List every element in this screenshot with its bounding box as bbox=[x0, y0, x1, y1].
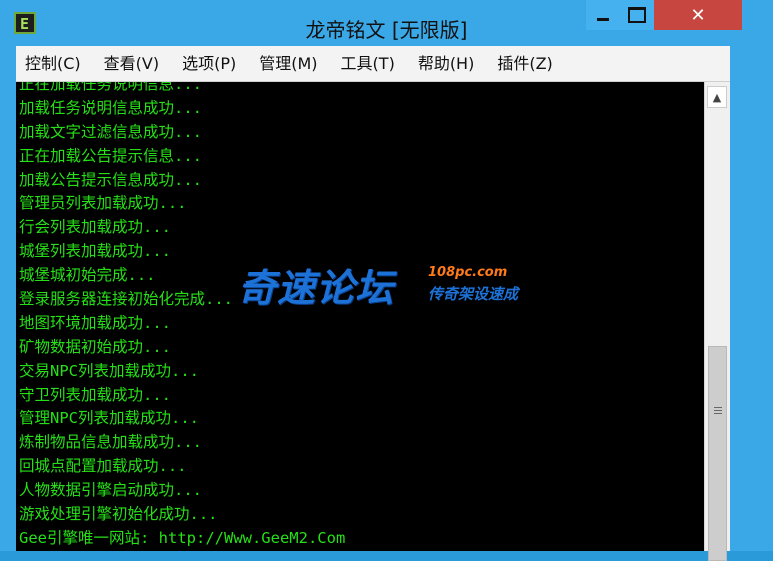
log-line: 加载公告提示信息成功... bbox=[19, 170, 202, 189]
log-line: 守卫列表加载成功... bbox=[19, 385, 171, 404]
close-button[interactable]: ✕ bbox=[654, 0, 742, 30]
log-line: 炼制物品信息加载成功... bbox=[19, 433, 202, 452]
log-line: 交易NPC列表加载成功... bbox=[19, 361, 199, 380]
close-icon: ✕ bbox=[690, 4, 706, 26]
log-line: 人物数据引擎启动成功... bbox=[19, 481, 202, 500]
log-line: Gee引擎唯一网站: http://Www.GeeM2.Com bbox=[19, 528, 346, 547]
maximize-button[interactable] bbox=[620, 0, 654, 30]
scroll-up-button[interactable]: ▲ bbox=[707, 86, 727, 108]
app-window: E 龙帝铭文 [无限版] ✕ 控制(C) 查看(V) 选项(P) 管理(M) 工… bbox=[0, 0, 773, 561]
minimize-icon bbox=[597, 18, 609, 21]
console-log[interactable]: 正在加载任务说明信息... 加载任务说明信息成功... 加载文字过滤信息成功..… bbox=[16, 82, 704, 551]
log-line: 游戏处理引擎初始化成功... bbox=[19, 505, 218, 524]
log-line: 行会列表加载成功... bbox=[19, 218, 171, 237]
log-line: 正在加载任务说明信息... bbox=[19, 82, 202, 93]
maximize-icon bbox=[628, 7, 646, 23]
window-frame bbox=[730, 46, 773, 551]
log-line: 城堡列表加载成功... bbox=[19, 242, 171, 261]
menu-options[interactable]: 选项(P) bbox=[173, 46, 245, 81]
log-line: 管理NPC列表加载成功... bbox=[19, 409, 199, 428]
log-line: 管理员列表加载成功... bbox=[19, 194, 187, 213]
log-line: 正在加载公告提示信息... bbox=[19, 146, 202, 165]
menu-bar: 控制(C) 查看(V) 选项(P) 管理(M) 工具(T) 帮助(H) 插件(Z… bbox=[16, 46, 730, 82]
scroll-thumb[interactable] bbox=[708, 346, 727, 561]
minimize-button[interactable] bbox=[586, 0, 620, 30]
log-line: 城堡城初始完成... bbox=[19, 266, 156, 285]
menu-view[interactable]: 查看(V) bbox=[95, 46, 168, 81]
menu-manage[interactable]: 管理(M) bbox=[250, 46, 326, 81]
menu-help[interactable]: 帮助(H) bbox=[409, 46, 484, 81]
log-line: 地图环境加载成功... bbox=[19, 313, 171, 332]
title-bar[interactable]: E 龙帝铭文 [无限版] ✕ bbox=[0, 0, 773, 46]
log-line: 矿物数据初始成功... bbox=[19, 337, 171, 356]
vertical-scrollbar[interactable]: ▲ bbox=[704, 82, 730, 561]
log-line: 登录服务器连接初始化完成... bbox=[19, 290, 233, 309]
menu-tools[interactable]: 工具(T) bbox=[332, 46, 404, 81]
chevron-up-icon: ▲ bbox=[712, 90, 722, 104]
menu-control[interactable]: 控制(C) bbox=[16, 46, 90, 81]
log-line: 加载任务说明信息成功... bbox=[19, 98, 202, 117]
menu-plugins[interactable]: 插件(Z) bbox=[488, 46, 561, 81]
log-line: 加载文字过滤信息成功... bbox=[19, 122, 202, 141]
log-line: 回城点配置加载成功... bbox=[19, 457, 187, 476]
grip-icon bbox=[714, 407, 722, 416]
